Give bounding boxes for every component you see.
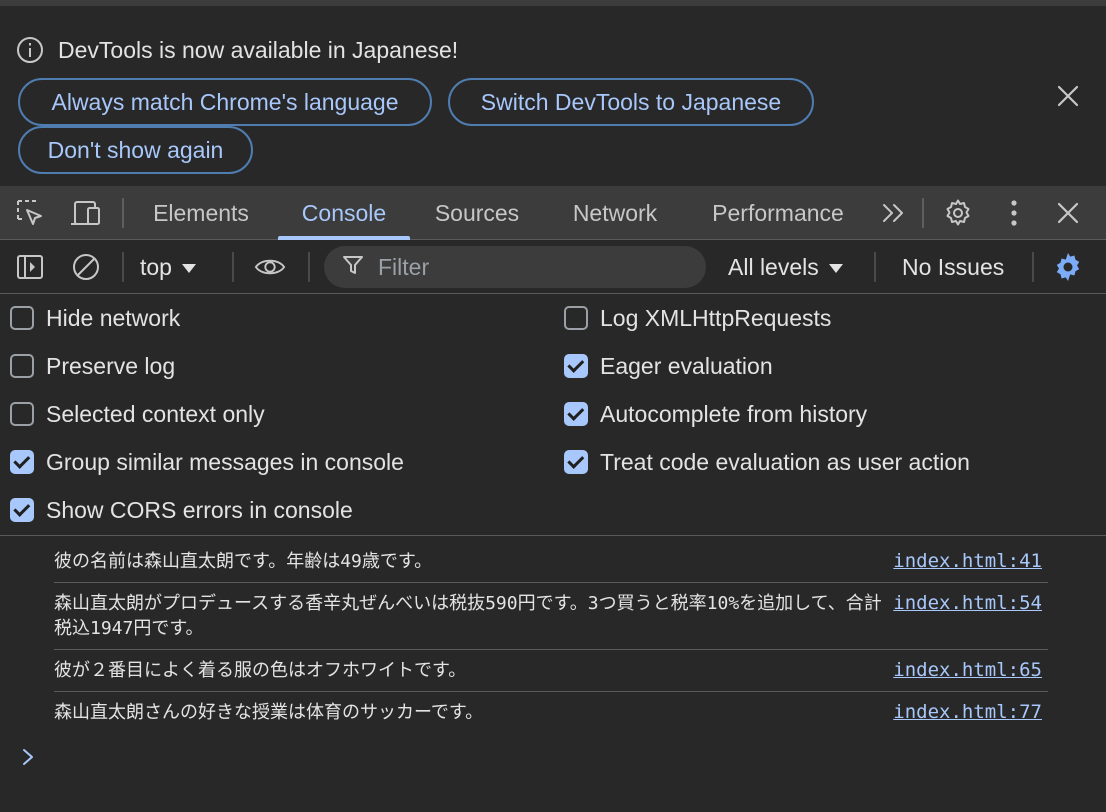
message-divider [54,649,1048,650]
console-message: 森山直太朗がプロデュースする香辛丸ぜんべいは税抜590円です。3つ買うと税率10… [54,591,1048,643]
message-divider [54,582,1048,583]
setting-log-xmlhttprequests[interactable]: Log XMLHttpRequests [564,301,831,335]
context-selector-label: top [140,253,172,280]
issues-counter[interactable]: No Issues [902,251,1004,283]
gear-icon[interactable] [942,197,974,229]
switch-to-japanese-button[interactable]: Switch DevTools to Japanese [448,78,814,126]
message-text: 彼が２番目によく着る服の色はオフホワイトです。 [54,660,467,681]
message-source-link[interactable]: index.html:77 [893,700,1042,725]
checkbox[interactable] [564,306,588,330]
message-source-link[interactable]: index.html:41 [893,549,1042,574]
setting-label: Treat code evaluation as user action [600,448,970,475]
log-levels-dropdown[interactable]: All levels [728,251,843,283]
setting-label: Show CORS errors in console [46,496,353,523]
chevron-down-icon [828,264,843,273]
settings-gear-icon[interactable] [1052,251,1084,283]
filter-input[interactable] [378,253,678,281]
console-message: 彼が２番目によく着る服の色はオフホワイトです。 index.html:65 [54,658,1048,684]
tab-console[interactable]: Console [278,186,410,240]
context-selector[interactable]: top [140,251,196,283]
message-text: 森山直太朗さんの好きな授業は体育のサッカーです。 [54,702,484,723]
more-tabs-icon[interactable] [878,197,910,229]
setting-selected-context-only[interactable]: Selected context only [10,397,265,431]
message-source-link[interactable]: index.html:65 [893,658,1042,683]
filter-box[interactable] [324,246,706,288]
checkbox[interactable] [10,306,34,330]
checkbox[interactable] [10,354,34,378]
checkbox-checked[interactable] [10,450,34,474]
console-prompt-chevron-icon[interactable] [18,745,38,769]
console-toolbar: top All levels No Issues [0,240,1106,294]
always-match-language-button[interactable]: Always match Chrome's language [18,78,432,126]
setting-label: Eager evaluation [600,352,773,379]
tab-sources[interactable]: Sources [420,186,534,240]
setting-group-similar[interactable]: Group similar messages in console [10,445,404,479]
sidebar-toggle-icon[interactable] [14,251,46,283]
message-divider [54,691,1048,692]
infobar-message-row: DevTools is now available in Japanese! [14,34,458,66]
checkbox[interactable] [10,402,34,426]
infobar-message: DevTools is now available in Japanese! [58,36,459,63]
close-devtools-icon[interactable] [1052,197,1084,229]
checkbox-checked[interactable] [564,402,588,426]
toolbar-divider [922,198,924,228]
setting-autocomplete-history[interactable]: Autocomplete from history [564,397,867,431]
toolbar-divider [874,252,876,282]
console-settings-panel: Hide network Preserve log Selected conte… [0,295,1106,536]
console-messages: 彼の名前は森山直太朗です。年齢は49歳です。 index.html:41 森山直… [0,537,1106,812]
toolbar-divider [122,198,124,228]
device-toggle-icon[interactable] [70,197,102,229]
setting-preserve-log[interactable]: Preserve log [10,349,175,383]
inspect-element-icon[interactable] [14,197,46,229]
chevron-down-icon [181,264,196,273]
checkbox-checked[interactable] [10,498,34,522]
setting-label: Autocomplete from history [600,400,868,427]
tab-performance[interactable]: Performance [696,186,860,240]
language-infobar: DevTools is now available in Japanese! A… [0,6,1106,186]
setting-hide-network[interactable]: Hide network [10,301,180,335]
setting-label: Selected context only [46,400,265,427]
message-source-link[interactable]: index.html:54 [893,591,1042,616]
eye-icon[interactable] [254,251,286,283]
console-message: 森山直太朗さんの好きな授業は体育のサッカーです。 index.html:77 [54,700,1048,726]
message-text: 彼の名前は森山直太朗です。年齢は49歳です。 [54,551,433,572]
tab-elements[interactable]: Elements [140,186,262,240]
toolbar-divider [122,252,124,282]
toolbar-divider [1032,252,1034,282]
setting-label: Log XMLHttpRequests [600,304,832,331]
setting-label: Hide network [46,304,181,331]
dont-show-again-button[interactable]: Don't show again [18,126,253,174]
checkbox-checked[interactable] [564,354,588,378]
message-text: 森山直太朗がプロデュースする香辛丸ぜんべいは税抜590円です。3つ買うと税率10… [54,593,882,639]
toolbar-divider [232,252,234,282]
setting-label: Preserve log [46,352,176,379]
setting-show-cors-errors[interactable]: Show CORS errors in console [10,493,353,527]
setting-eager-evaluation[interactable]: Eager evaluation [564,349,773,383]
tab-network[interactable]: Network [556,186,674,240]
info-icon [14,34,46,66]
toolbar-divider [308,252,310,282]
filter-icon [342,254,364,281]
devtools-main-toolbar: Elements Console Sources Network Perform… [0,186,1106,240]
close-icon[interactable] [1052,80,1084,112]
log-levels-label: All levels [728,253,819,280]
checkbox-checked[interactable] [564,450,588,474]
kebab-menu-icon[interactable] [998,197,1030,229]
clear-console-icon[interactable] [70,251,102,283]
setting-label: Group similar messages in console [46,448,404,475]
setting-treat-code-as-user-action[interactable]: Treat code evaluation as user action [564,445,970,479]
console-message: 彼の名前は森山直太朗です。年齢は49歳です。 index.html:41 [54,549,1048,575]
